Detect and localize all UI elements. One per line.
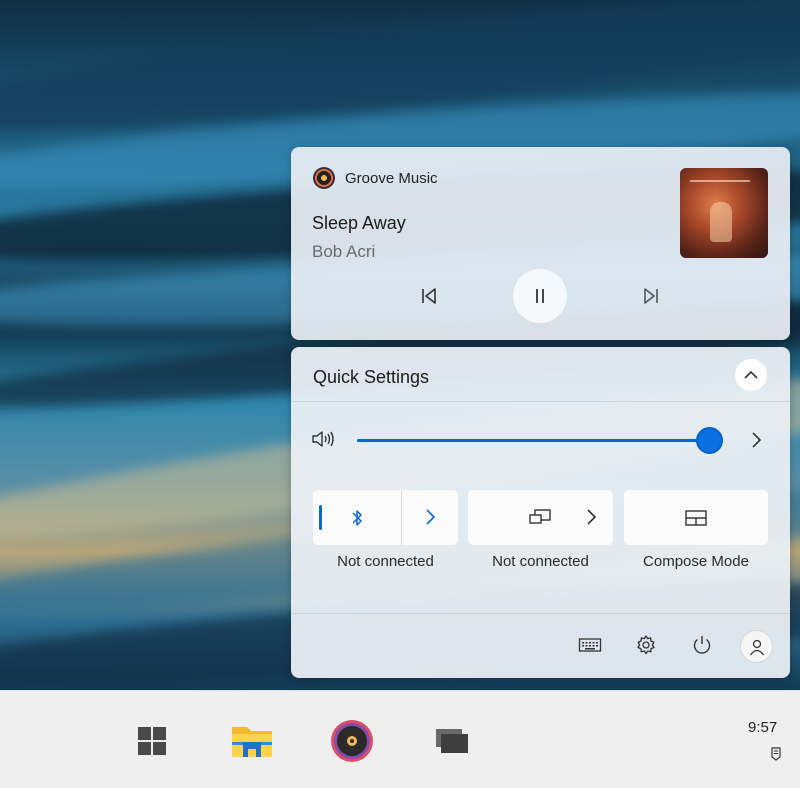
keyboard-button[interactable] xyxy=(575,630,605,660)
compose-mode-tile[interactable] xyxy=(624,490,768,545)
quick-settings-title: Quick Settings xyxy=(313,367,430,387)
collapse-button[interactable] xyxy=(735,359,767,391)
chevron-right-icon[interactable] xyxy=(749,431,763,449)
power-button[interactable] xyxy=(687,630,717,660)
track-artist: Bob Acri xyxy=(312,242,376,261)
taskbar: 9:57 xyxy=(0,690,800,788)
chevron-up-icon xyxy=(744,370,758,379)
bluetooth-icon xyxy=(352,510,362,526)
media-app-row[interactable]: Groove Music xyxy=(313,167,438,189)
cast-icon xyxy=(529,509,551,524)
chevron-right-icon[interactable] xyxy=(423,508,437,526)
user-account-icon xyxy=(749,639,764,655)
groove-music-taskbar-button[interactable] xyxy=(330,719,374,763)
taskbar-clock[interactable]: 9:57 xyxy=(748,719,777,736)
track-title: Sleep Away xyxy=(312,213,406,233)
next-track-icon xyxy=(644,288,658,304)
divider xyxy=(291,613,790,614)
previous-track-icon xyxy=(422,288,436,304)
user-account-button[interactable] xyxy=(740,630,773,663)
quick-settings-panel: Quick Settings Not connected Not connect… xyxy=(291,347,790,678)
media-control-card: Groove Music Sleep Away Bob Acri xyxy=(291,147,790,340)
groove-music-icon xyxy=(331,720,373,762)
cast-tile-label: Not connected xyxy=(492,553,589,570)
pause-button[interactable] xyxy=(513,269,567,323)
bluetooth-active-indicator xyxy=(319,505,322,530)
keyboard-icon xyxy=(578,638,602,652)
bluetooth-tile[interactable] xyxy=(313,490,458,545)
bluetooth-tile-label: Not connected xyxy=(337,553,434,570)
pause-icon xyxy=(536,289,544,303)
file-explorer-button[interactable] xyxy=(230,719,274,763)
media-app-name: Groove Music xyxy=(345,169,438,187)
volume-slider-track[interactable] xyxy=(357,439,709,442)
tile-divider xyxy=(401,490,402,545)
album-art xyxy=(680,168,768,258)
notification-icon[interactable] xyxy=(770,747,782,761)
start-button[interactable] xyxy=(130,719,174,763)
speaker-volume-icon[interactable] xyxy=(311,429,337,449)
power-icon xyxy=(693,636,711,654)
windows-start-icon xyxy=(138,727,166,755)
previous-track-button[interactable] xyxy=(402,269,456,323)
chevron-right-icon[interactable] xyxy=(584,508,598,526)
next-track-button[interactable] xyxy=(624,269,678,323)
task-view-icon xyxy=(436,729,468,753)
file-explorer-icon xyxy=(232,727,272,757)
divider xyxy=(291,401,790,402)
settings-button[interactable] xyxy=(631,630,661,660)
volume-slider-fill xyxy=(357,439,709,442)
settings-gear-icon xyxy=(637,635,655,655)
compose-mode-tile-label: Compose Mode xyxy=(643,553,749,570)
volume-slider-thumb[interactable] xyxy=(696,427,723,454)
task-view-button[interactable] xyxy=(430,719,474,763)
compose-mode-icon xyxy=(685,509,707,526)
groove-music-icon xyxy=(313,167,335,189)
cast-tile[interactable] xyxy=(468,490,613,545)
